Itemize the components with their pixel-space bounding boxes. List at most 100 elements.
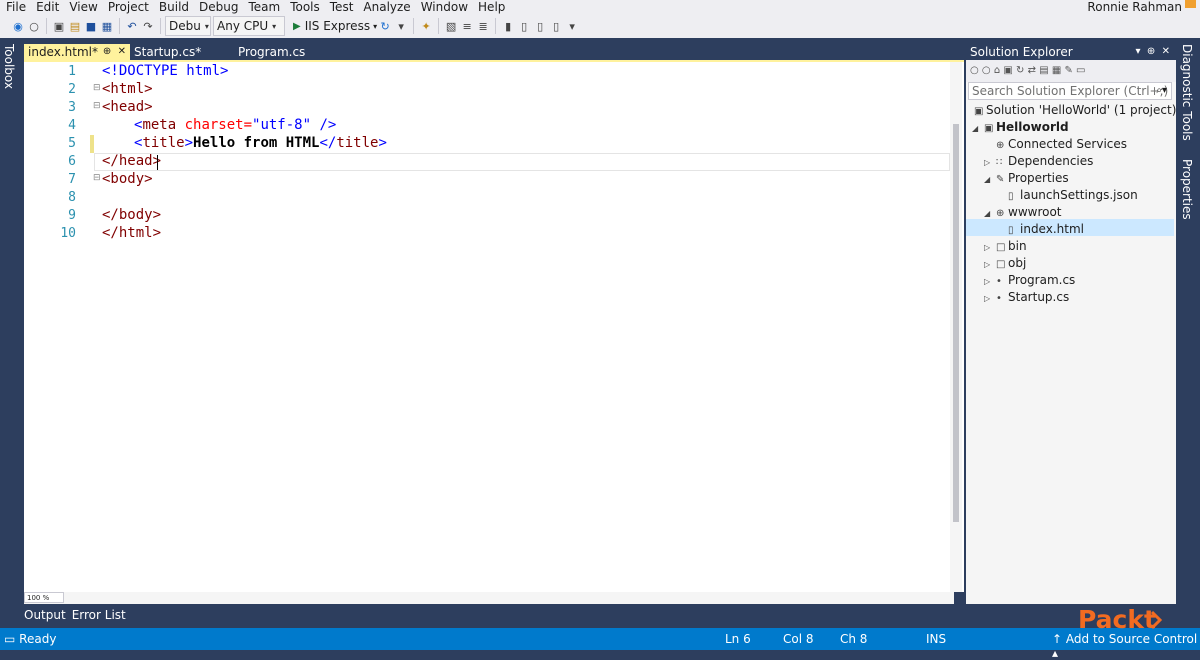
panel-menu-icon[interactable]: ▾ [1135, 46, 1140, 57]
properties-icon[interactable]: ✎ [1064, 65, 1072, 76]
tab-output[interactable]: Output [24, 606, 68, 628]
tree-label: index.html [1020, 222, 1084, 236]
home-icon[interactable]: ⌂ [994, 65, 1000, 76]
browser-link-icon[interactable]: ▾ [393, 20, 409, 33]
menu-test[interactable]: Test [325, 0, 359, 14]
editor-bottom-strip: 100 % [24, 592, 954, 604]
collapsed-arrow-icon[interactable]: ▷ [984, 290, 996, 307]
redo-icon[interactable]: ↷ [140, 20, 156, 33]
menu-view[interactable]: View [64, 0, 102, 14]
navigate-icon[interactable]: ▧ [443, 20, 459, 33]
status-bar: ▭ Ready Ln 6 Col 8 Ch 8 INS ↑ Add to Sou… [0, 628, 1200, 660]
collapsed-arrow-icon[interactable]: ▷ [984, 239, 996, 256]
collapse-icon[interactable]: ⊟ [93, 173, 101, 183]
tree-item-startup-cs[interactable]: ▷ • Startup.cs [984, 289, 1069, 306]
menu-window[interactable]: Window [416, 0, 473, 14]
undo-icon[interactable]: ↶ [124, 20, 140, 33]
collapse-icon[interactable]: ⊟ [93, 101, 101, 111]
collapsed-arrow-icon[interactable]: ▷ [984, 154, 996, 171]
code-token: title [142, 135, 185, 151]
clear-bookmarks-icon[interactable]: ▯ [548, 20, 564, 33]
save-all-icon[interactable]: ▦ [99, 20, 115, 33]
zoom-select[interactable]: 100 % [24, 592, 64, 603]
back-icon[interactable]: ○ [970, 65, 979, 76]
diagnostic-tools-tab[interactable]: Diagnostic Tools [1180, 44, 1194, 141]
menu-build[interactable]: Build [154, 0, 194, 14]
new-project-icon[interactable]: ▣ [51, 20, 67, 33]
tree-label: Startup.cs [1008, 290, 1070, 304]
tab-error-list[interactable]: Error List [72, 606, 128, 628]
menu-project[interactable]: Project [103, 0, 154, 14]
open-file-icon[interactable]: ▤ [67, 20, 83, 33]
configuration-select[interactable]: Debu ▾ [165, 16, 211, 36]
pin-icon[interactable]: ⊕ [1147, 46, 1155, 57]
menu-team[interactable]: Team [243, 0, 285, 14]
menu-help[interactable]: Help [473, 0, 510, 14]
save-icon[interactable]: ■ [83, 20, 99, 33]
scrollbar-thumb[interactable] [953, 124, 959, 522]
switch-views-icon[interactable]: ▣ [1003, 65, 1012, 76]
prev-bookmark-icon[interactable]: ▯ [516, 20, 532, 33]
collapsed-arrow-icon[interactable]: ▷ [984, 256, 996, 273]
tree-item-program-cs[interactable]: ▷ • Program.cs [984, 272, 1075, 289]
tree-item-connected-services[interactable]: ⊕ Connected Services [996, 136, 1127, 153]
properties-tab[interactable]: Properties [1180, 159, 1194, 220]
hot-reload-icon[interactable]: ✦ [418, 20, 434, 33]
tab-index-html[interactable]: index.html* ⊕ ✕ [24, 44, 130, 60]
tab-startup-cs[interactable]: Startup.cs* [130, 44, 234, 60]
tree-item-obj[interactable]: ▷ □ obj [984, 255, 1026, 272]
menu-edit[interactable]: Edit [31, 0, 64, 14]
tree-item-solution[interactable]: ▣ Solution 'HelloWorld' (1 project) [974, 102, 1176, 119]
expanded-arrow-icon[interactable]: ◢ [984, 205, 996, 222]
forward-icon[interactable]: ○ [982, 65, 991, 76]
configuration-value: Debu [169, 19, 201, 33]
bookmark-icon[interactable]: ▮ [500, 20, 516, 33]
pending-changes-icon[interactable]: ↻ [1016, 65, 1024, 76]
csharp-file-icon: • [996, 293, 1002, 304]
format-icon[interactable]: ≡ [459, 20, 475, 33]
collapse-all-icon[interactable]: ▤ [1039, 65, 1048, 76]
run-button[interactable]: ▶ IIS Express ▾ [293, 19, 377, 33]
collapse-icon[interactable]: ⊟ [93, 83, 101, 93]
expanded-arrow-icon[interactable]: ◢ [984, 171, 996, 188]
collapsed-arrow-icon[interactable]: ▷ [984, 273, 996, 290]
menu-analyze[interactable]: Analyze [358, 0, 415, 14]
toolbar-overflow-icon[interactable]: ▾ [564, 20, 580, 33]
line-number: 6 [68, 154, 76, 169]
tab-program-cs[interactable]: Program.cs [234, 44, 322, 60]
user-name[interactable]: Ronnie Rahman [1087, 0, 1182, 14]
tree-item-project[interactable]: ◢ ▣ Helloworld [972, 119, 1069, 136]
notification-icon[interactable] [1185, 0, 1196, 8]
forward-icon[interactable]: ○ [26, 20, 42, 33]
menu-file[interactable]: File [0, 0, 31, 14]
tree-item-bin[interactable]: ▷ □ bin [984, 238, 1027, 255]
close-icon[interactable]: ✕ [118, 46, 126, 57]
code-editor[interactable]: 1 2 3 4 5 6 7 8 9 10 ⊟ ⊟ ⊟ <!DOCTYPE htm… [24, 60, 964, 592]
show-all-files-icon[interactable]: ▦ [1052, 65, 1061, 76]
expanded-arrow-icon[interactable]: ◢ [972, 120, 984, 137]
sync-icon[interactable]: ⇄ [1028, 65, 1036, 76]
tree-item-launchsettings[interactable]: ▯ launchSettings.json [1008, 187, 1138, 204]
menu-debug[interactable]: Debug [194, 0, 243, 14]
tree-item-properties[interactable]: ◢ ✎ Properties [984, 170, 1069, 187]
tree-label: wwwroot [1008, 205, 1062, 219]
solution-search-input[interactable]: Search Solution Explorer (Ctrl+;) ⌕▾ [968, 82, 1172, 100]
menu-tools[interactable]: Tools [285, 0, 325, 14]
search-icon[interactable]: ⌕▾ [1156, 83, 1167, 99]
pin-icon[interactable]: ⊕ [103, 46, 111, 57]
code-line-3: <head> [102, 99, 153, 115]
platform-select[interactable]: Any CPU ▾ [213, 16, 285, 36]
refresh-icon[interactable]: ↻ [377, 20, 393, 33]
tree-item-wwwroot[interactable]: ◢ ⊕ wwwroot [984, 204, 1062, 221]
back-icon[interactable]: ◉ [10, 20, 26, 33]
next-bookmark-icon[interactable]: ▯ [532, 20, 548, 33]
tree-item-dependencies[interactable]: ▷ ∷ Dependencies [984, 153, 1093, 170]
tab-controls: ⊕ ✕ [103, 44, 126, 60]
close-icon[interactable]: ✕ [1162, 46, 1170, 57]
tree-item-index-html[interactable]: ▯ index.html [1008, 221, 1084, 238]
text-caret [157, 155, 158, 170]
comment-icon[interactable]: ≣ [475, 20, 491, 33]
change-marker [90, 135, 94, 153]
preview-icon[interactable]: ▭ [1076, 65, 1085, 76]
toolbox-tab[interactable]: Toolbox [2, 44, 16, 89]
